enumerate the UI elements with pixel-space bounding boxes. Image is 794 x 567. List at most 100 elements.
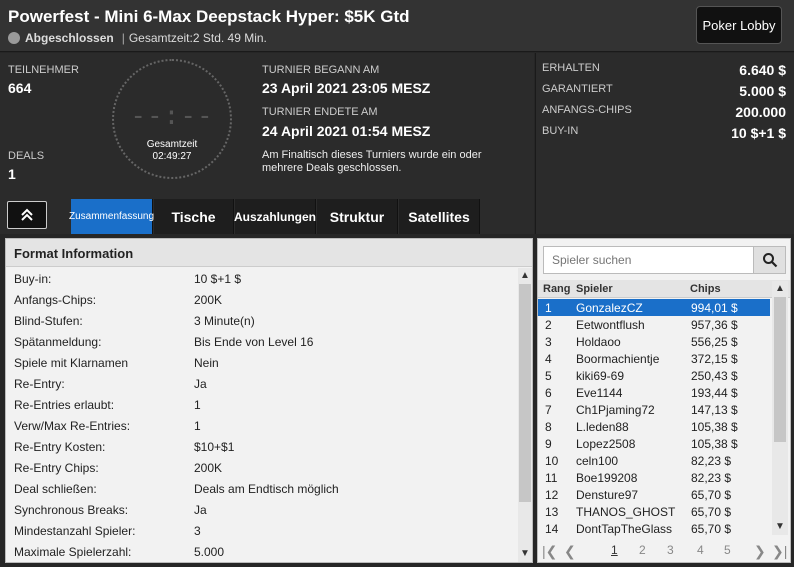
poker-lobby-button[interactable]: Poker Lobby (696, 6, 782, 44)
table-row[interactable]: 3 Holdaoo 556,25 $ (538, 333, 770, 350)
format-row-label: Buy-in: (14, 272, 52, 286)
prize-info-panel: ERHALTEN 6.640 $ GARANTIERT 5.000 $ ANFA… (535, 53, 794, 234)
collapse-button[interactable] (7, 201, 47, 229)
tab-summary[interactable]: Zusammenfassung (69, 199, 154, 234)
format-row-value: Ja (194, 377, 207, 391)
table-row[interactable]: 13 THANOS_GHOST 65,70 $ (538, 503, 770, 520)
next-page-icon[interactable]: ❯ (754, 543, 766, 560)
table-row[interactable]: 8 L.leden88 105,38 $ (538, 418, 770, 435)
format-row-label: Deal schließen: (14, 482, 97, 496)
scroll-down-icon[interactable]: ▼ (775, 521, 785, 532)
player-rank: 9 (545, 437, 552, 451)
tournament-lobby-window: Powerfest - Mini 6-Max Deepstack Hyper: … (0, 0, 794, 567)
page-link[interactable]: 5 (724, 543, 731, 557)
deals-value: 1 (8, 166, 16, 182)
tab-tables[interactable]: Tische (154, 199, 234, 234)
player-name: Ch1Pjaming72 (576, 403, 655, 417)
status-dot-icon (8, 32, 20, 44)
scroll-up-icon[interactable]: ▲ (520, 270, 530, 281)
player-chips: 372,15 $ (691, 352, 738, 366)
player-name: DontTapTheGlass (576, 522, 673, 536)
tournament-title: Powerfest - Mini 6-Max Deepstack Hyper: … (8, 7, 410, 26)
table-row[interactable]: 11 Boe199208 82,23 $ (538, 469, 770, 486)
format-scrollbar[interactable]: ▲ ▼ (518, 268, 532, 562)
player-list-panel: Rang Spieler Chips 1 GonzalezCZ 994,01 $ 2 E… (537, 238, 791, 563)
table-row[interactable]: 9 Lopez2508 105,38 $ (538, 435, 770, 452)
player-search-input[interactable] (543, 246, 754, 274)
player-name: kiki69-69 (576, 369, 625, 383)
end-value: 24 April 2021 01:54 MESZ (262, 123, 431, 139)
player-chips: 250,43 $ (691, 369, 738, 383)
page-link[interactable]: 2 (639, 543, 646, 557)
column-rank[interactable]: Rang (543, 283, 571, 295)
player-chips: 957,36 $ (691, 318, 738, 332)
player-chips: 147,13 $ (691, 403, 738, 417)
tab-satellites[interactable]: Satellites (399, 199, 480, 234)
player-chips: 193,44 $ (691, 386, 738, 400)
format-row-value: 200K (194, 461, 223, 475)
table-row[interactable]: 5 kiki69-69 250,43 $ (538, 367, 770, 384)
player-rank: 3 (545, 335, 552, 349)
format-row-label: Spätanmeldung: (14, 335, 102, 349)
clock-dial-icon: --:-- Gesamtzeit 02:49:27 (112, 59, 232, 179)
tab-payouts[interactable]: Auszahlungen (234, 199, 316, 234)
format-row-value: 10 $+1 $ (194, 272, 242, 286)
player-chips: 65,70 $ (691, 522, 732, 536)
format-row-label: Spiele mit Klarnamen (14, 356, 129, 370)
column-player[interactable]: Spieler (576, 283, 613, 295)
player-chips: 65,70 $ (691, 488, 732, 502)
table-row[interactable]: 7 Ch1Pjaming72 147,13 $ (538, 401, 770, 418)
table-row[interactable]: 1 GonzalezCZ 994,01 $ (538, 299, 770, 316)
format-row-label: Verw/Max Re-Entries: (14, 419, 131, 433)
first-page-icon[interactable]: |❮ (542, 543, 557, 560)
scroll-up-icon[interactable]: ▲ (775, 283, 785, 294)
format-scrollbar-thumb[interactable] (519, 284, 531, 502)
guaranteed-value: 5.000 $ (739, 83, 786, 99)
player-rank: 8 (545, 420, 552, 434)
search-icon (762, 253, 777, 268)
table-row[interactable]: 12 Densture97 65,70 $ (538, 486, 770, 503)
player-rank: 1 (545, 301, 552, 315)
received-value: 6.640 $ (739, 62, 786, 78)
search-button[interactable] (753, 246, 786, 274)
player-chips: 994,01 $ (691, 301, 738, 315)
format-row-label: Re-Entry Chips: (14, 461, 99, 475)
status-text: Abgeschlossen (25, 31, 114, 45)
player-chips: 82,23 $ (691, 454, 732, 468)
format-information-panel: Format Information Buy-in: 10 $+1 $ Anfa… (5, 238, 533, 563)
table-row[interactable]: 6 Eve1144 193,44 $ (538, 384, 770, 401)
player-chips: 105,38 $ (691, 437, 738, 451)
player-table-header: Rang Spieler Chips (538, 280, 790, 298)
table-row[interactable]: 10 celn100 82,23 $ (538, 452, 770, 469)
format-row-value: Bis Ende von Level 16 (194, 335, 314, 349)
header-bar: Powerfest - Mini 6-Max Deepstack Hyper: … (0, 0, 794, 52)
format-row-label: Re-Entry: (14, 377, 65, 391)
page-link[interactable]: 1 (611, 543, 618, 557)
page-link[interactable]: 3 (667, 543, 674, 557)
format-row-label: Synchronous Breaks: (14, 503, 129, 517)
table-row[interactable]: 14 DontTapTheGlass 65,70 $ (538, 520, 770, 537)
last-page-icon[interactable]: ❯| (772, 543, 787, 560)
player-chips: 82,23 $ (691, 471, 732, 485)
format-row-value: Ja (194, 503, 207, 517)
prev-page-icon[interactable]: ❮ (564, 543, 576, 560)
column-chips[interactable]: Chips (690, 283, 721, 295)
format-row-label: Re-Entry Kosten: (14, 440, 106, 454)
table-row[interactable]: 4 Boormachientje 372,15 $ (538, 350, 770, 367)
format-row-label: Anfangs-Chips: (14, 293, 97, 307)
format-row-label: Re-Entries erlaubt: (14, 398, 115, 412)
player-rank: 12 (545, 488, 559, 502)
player-chips: 105,38 $ (691, 420, 738, 434)
scroll-down-icon[interactable]: ▼ (520, 548, 530, 559)
participants-label: TEILNEHMER (8, 64, 79, 76)
player-scrollbar-thumb[interactable] (774, 297, 786, 442)
total-duration: Gesamtzeit:2 Std. 49 Min. (128, 31, 267, 45)
page-link[interactable]: 4 (697, 543, 704, 557)
starting-chips-value: 200.000 (735, 104, 786, 120)
tab-structure[interactable]: Struktur (317, 199, 398, 234)
player-scrollbar[interactable]: ▲ ▼ (772, 281, 788, 535)
participants-value: 664 (8, 80, 32, 96)
end-label: TURNIER ENDETE AM (262, 106, 378, 118)
table-row[interactable]: 2 Eetwontflush 957,36 $ (538, 316, 770, 333)
format-row-label: Blind-Stufen: (14, 314, 83, 328)
